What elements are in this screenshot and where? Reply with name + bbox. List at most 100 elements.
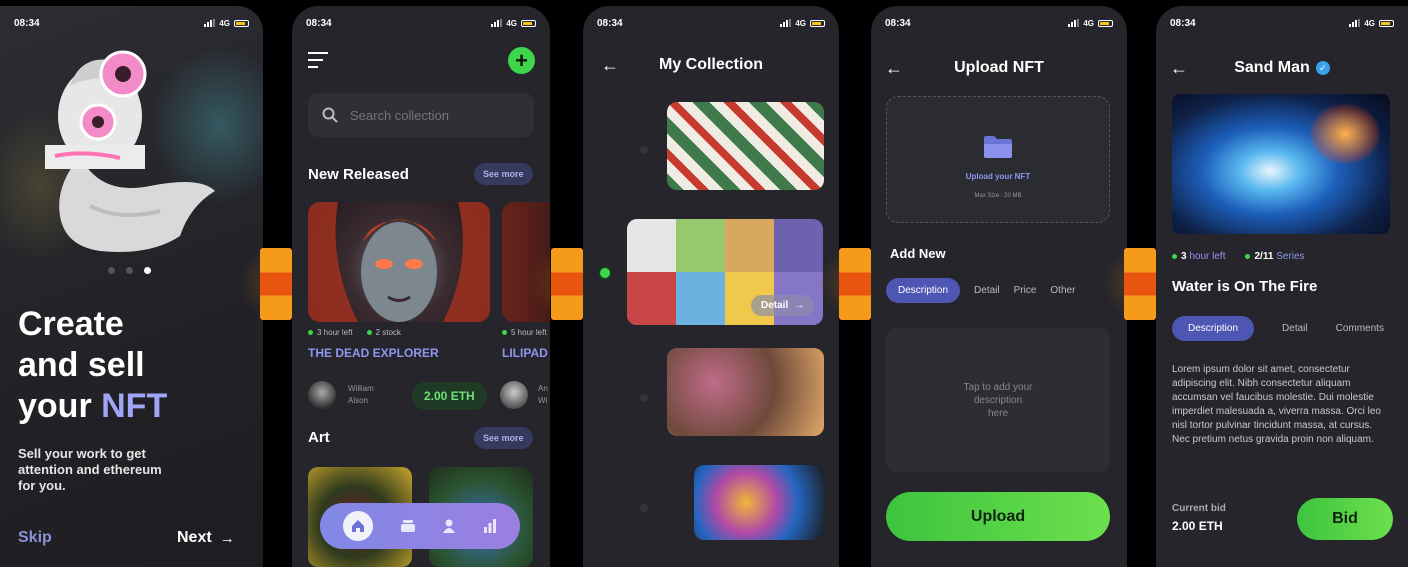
detail-button[interactable]: Detail → bbox=[751, 295, 815, 316]
battery-icon bbox=[810, 19, 825, 27]
price-badge[interactable]: 2.00 ETH bbox=[412, 382, 487, 410]
search-input[interactable] bbox=[350, 107, 510, 123]
series: 2/11 Series bbox=[1245, 251, 1305, 262]
collection-item-selected[interactable]: Detail → bbox=[627, 219, 823, 325]
time-left-label: 5 hour left bbox=[511, 328, 547, 337]
page-dot[interactable] bbox=[126, 267, 133, 274]
see-more-button[interactable]: See more bbox=[474, 163, 533, 185]
nav-collection-icon[interactable] bbox=[400, 519, 416, 533]
collection-item[interactable] bbox=[694, 465, 824, 540]
section-title-art: Art bbox=[308, 429, 330, 446]
home-icon bbox=[352, 520, 365, 532]
max-size-label: Max Size : 20 MB bbox=[974, 193, 1022, 199]
page-title: Upload NFT bbox=[954, 59, 1044, 76]
section-title-new-released: New Released bbox=[308, 166, 409, 183]
signal-icon bbox=[204, 19, 216, 27]
nft-hero-image[interactable] bbox=[1172, 94, 1390, 234]
stock: 2 stock bbox=[366, 328, 401, 337]
next-label: Next bbox=[177, 529, 212, 546]
bid-button[interactable]: Bid bbox=[1297, 498, 1393, 540]
network-label: 4G bbox=[506, 18, 517, 28]
current-bid-label: Current bid bbox=[1172, 503, 1226, 514]
next-button[interactable]: Next → bbox=[177, 529, 235, 547]
subtitle-line: for you. bbox=[18, 478, 66, 493]
add-new-title: Add New bbox=[890, 246, 946, 261]
connector bbox=[839, 248, 871, 320]
subtitle-line: Sell your work to get bbox=[18, 446, 146, 461]
battery-icon bbox=[1379, 19, 1394, 27]
skip-button[interactable]: Skip bbox=[18, 529, 52, 547]
battery-icon bbox=[1098, 19, 1113, 27]
upload-button[interactable]: Upload bbox=[886, 492, 1110, 541]
header: ← Sand Man ✓ bbox=[1156, 53, 1408, 83]
connector bbox=[1124, 248, 1156, 320]
status-bar: 08:34 4G bbox=[885, 16, 1113, 30]
time-left-value: 3 bbox=[1181, 251, 1187, 262]
collection-item[interactable] bbox=[667, 348, 824, 436]
status-dot bbox=[308, 330, 313, 336]
battery-icon bbox=[521, 19, 536, 27]
back-arrow-icon[interactable]: ← bbox=[1170, 58, 1188, 79]
headline-accent: NFT bbox=[101, 387, 168, 425]
avatar[interactable] bbox=[500, 381, 528, 409]
back-arrow-icon[interactable]: ← bbox=[601, 55, 619, 76]
collection-item[interactable] bbox=[667, 102, 824, 190]
status-bar: 08:34 4G bbox=[597, 16, 825, 30]
menu-icon[interactable] bbox=[308, 52, 328, 68]
onboarding-screen: 08:34 4G Create and sell your NFT Sell y… bbox=[0, 6, 263, 567]
search-bar[interactable] bbox=[308, 93, 534, 137]
nft-title: Water is On The Fire bbox=[1172, 278, 1318, 295]
see-more-button[interactable]: See more bbox=[474, 427, 533, 449]
tab-other[interactable]: Other bbox=[1050, 285, 1075, 296]
tab-bar: Description Detail Price Other bbox=[886, 278, 1075, 303]
home-screen: 08:34 4G + New Released See more 3 hour … bbox=[292, 6, 550, 567]
headline-line: your bbox=[18, 387, 102, 425]
tab-description[interactable]: Description bbox=[886, 278, 961, 303]
nft-card-title[interactable]: LILIPAD bbox=[502, 346, 548, 360]
creator-name: Sand Man bbox=[1234, 59, 1310, 76]
nav-profile-icon[interactable] bbox=[442, 519, 456, 533]
timeline-dot bbox=[640, 394, 648, 402]
header: ← Upload NFT bbox=[871, 53, 1127, 83]
upload-dropzone[interactable]: Upload your NFT Max Size : 20 MB bbox=[886, 96, 1110, 223]
battery-icon bbox=[234, 19, 249, 27]
nft-card[interactable] bbox=[308, 202, 490, 322]
tab-comments[interactable]: Comments bbox=[1336, 323, 1384, 334]
add-button[interactable]: + bbox=[508, 47, 535, 74]
bid-button-label: Bid bbox=[1332, 510, 1358, 527]
back-arrow-icon[interactable]: ← bbox=[885, 58, 903, 79]
headline-line: Create bbox=[18, 305, 124, 343]
status-dot bbox=[502, 330, 507, 336]
time-left-unit: hour left bbox=[1189, 251, 1226, 262]
placeholder-line: description bbox=[973, 394, 1023, 406]
tab-detail[interactable]: Detail bbox=[1282, 323, 1308, 334]
status-dot bbox=[1245, 253, 1251, 259]
network-label: 4G bbox=[795, 18, 806, 28]
page-indicator bbox=[108, 267, 151, 274]
connector bbox=[551, 248, 583, 320]
nft-detail-screen: 08:34 4G ← Sand Man ✓ 3 hour left 2/11 S… bbox=[1156, 6, 1408, 567]
placeholder-line: Tap to add your bbox=[963, 381, 1033, 393]
author-name: Wi bbox=[538, 396, 548, 405]
page-dot[interactable] bbox=[108, 267, 115, 274]
upload-screen: 08:34 4G ← Upload NFT Upload your NFT Ma… bbox=[871, 6, 1127, 567]
signal-icon bbox=[1349, 19, 1361, 27]
author-name: William bbox=[348, 384, 374, 393]
time-left: 3 hour left bbox=[308, 328, 353, 337]
tab-price[interactable]: Price bbox=[1014, 285, 1037, 296]
nav-stats-icon[interactable] bbox=[483, 519, 497, 533]
nav-home[interactable] bbox=[343, 511, 374, 541]
tab-description[interactable]: Description bbox=[1172, 316, 1255, 341]
arrow-right-icon: → bbox=[219, 529, 235, 547]
tab-detail[interactable]: Detail bbox=[974, 285, 1000, 296]
status-time: 08:34 bbox=[885, 17, 911, 29]
headline-line: and sell bbox=[18, 346, 145, 384]
status-time: 08:34 bbox=[14, 17, 40, 29]
page-dot-active[interactable] bbox=[144, 267, 151, 274]
upload-label: Upload your NFT bbox=[965, 172, 1031, 181]
avatar[interactable] bbox=[308, 381, 336, 409]
description-textarea[interactable]: Tap to add your description here bbox=[886, 328, 1110, 472]
timeline-dot-active bbox=[600, 268, 610, 278]
timeline-dot bbox=[640, 146, 648, 154]
nft-card-title[interactable]: THE DEAD EXPLORER bbox=[308, 346, 439, 360]
